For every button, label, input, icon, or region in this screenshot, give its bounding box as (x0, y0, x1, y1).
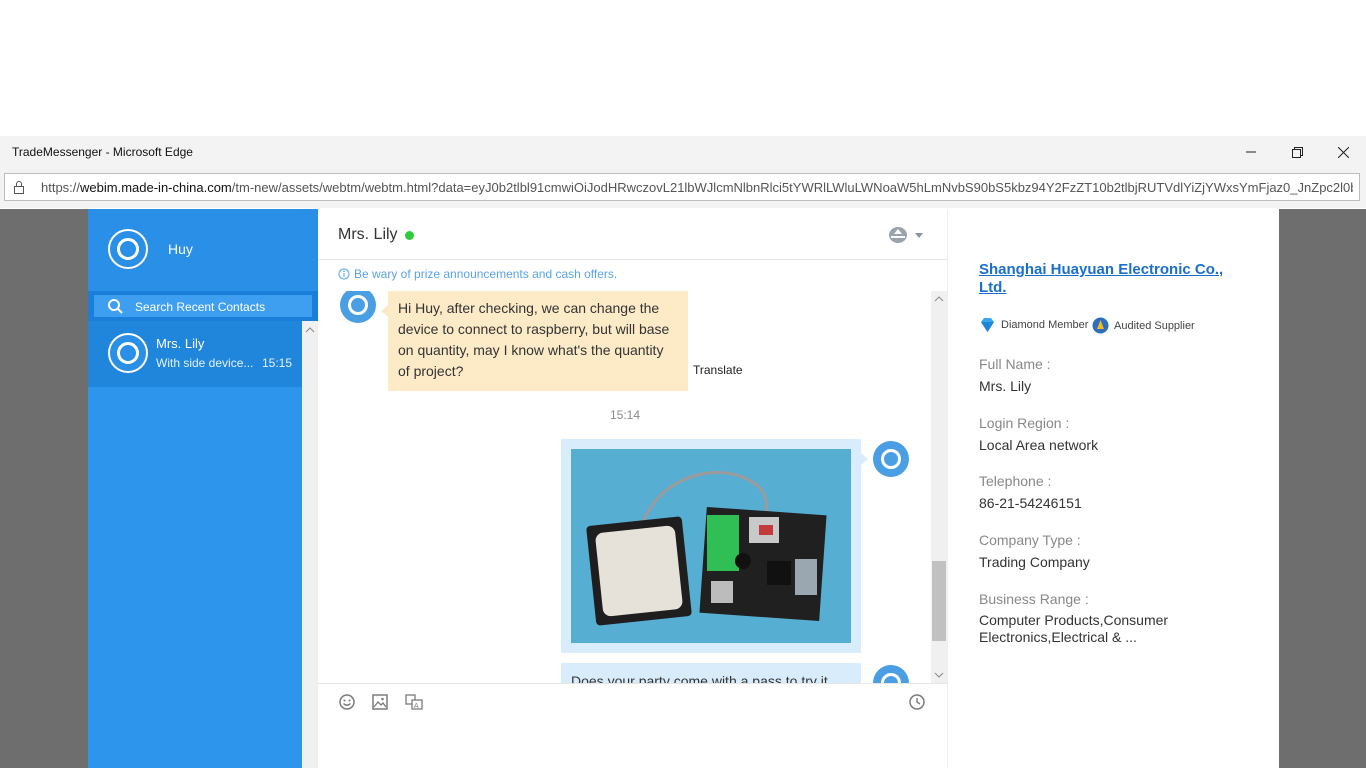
search-icon (108, 299, 123, 314)
audited-icon (1092, 317, 1109, 334)
browser-titlebar: TradeMessenger - Microsoft Edge (0, 136, 1366, 168)
contacts-scrollbar[interactable] (302, 321, 318, 768)
company-type-value: Trading Company (979, 554, 1090, 570)
contact-item[interactable]: Mrs. Lily With side device... 15:15 (88, 321, 302, 387)
minimize-button[interactable] (1228, 136, 1274, 168)
trade-messenger-app: Huy Search Recent Contacts Mrs. Lily Wit… (88, 209, 1279, 768)
safety-warning: Be wary of prize announcements and cash … (338, 267, 617, 281)
avatar-logo-icon (881, 449, 901, 469)
contact-avatar (108, 333, 148, 373)
field-label: Company Type : (979, 532, 1081, 548)
address-bar-area: https://webim.made-in-china.com/tm-new/a… (0, 168, 1366, 208)
restore-icon (1291, 146, 1303, 158)
minimize-icon (1246, 151, 1256, 153)
contact-name: Mrs. Lily (156, 336, 205, 351)
url-prefix: https:// (41, 180, 81, 195)
url-host: webim.made-in-china.com (80, 180, 232, 195)
lock-icon (14, 181, 24, 194)
company-name-link[interactable]: Shanghai Huayuan Electronic Co., Ltd. (979, 261, 1249, 297)
user-header: Huy (88, 209, 318, 291)
contact-last-message: With side device... (156, 356, 254, 370)
field-label: Business Range : (979, 591, 1089, 607)
badge-label: Audited Supplier (1114, 319, 1195, 332)
svg-text:A: A (414, 703, 419, 710)
emoji-icon[interactable] (339, 694, 355, 710)
close-icon (1337, 146, 1349, 158)
scroll-up-icon[interactable] (302, 323, 318, 337)
incoming-message: Hi Huy, after checking, we can change th… (381, 291, 688, 391)
chat-contact-name: Mrs. Lily (338, 226, 398, 243)
chat-panel: Mrs. Lily Be wary of prize announcements… (318, 209, 947, 768)
sender-avatar (340, 291, 376, 323)
sidebar: Huy Search Recent Contacts Mrs. Lily Wit… (88, 209, 318, 768)
login-region-value: Local Area network (979, 437, 1099, 453)
profile-panel: Shanghai Huayuan Electronic Co., Ltd. Di… (947, 209, 1279, 768)
more-options-button[interactable] (888, 225, 926, 250)
business-range-value: Computer Products,Consumer Electronics,E… (979, 612, 1169, 645)
field-label: Login Region : (979, 415, 1070, 431)
warning-text: Be wary of prize announcements and cash … (354, 267, 618, 281)
translate-button[interactable]: Translate (693, 363, 743, 377)
field-label: Full Name : (979, 356, 1051, 372)
window-title: TradeMessenger - Microsoft Edge (12, 145, 193, 159)
avatar-logo-icon (117, 238, 139, 260)
search-placeholder: Search Recent Contacts (135, 300, 266, 314)
search-input[interactable]: Search Recent Contacts (94, 295, 312, 317)
translate-icon[interactable]: A (405, 694, 423, 710)
diamond-member-badge: Diamond Member (979, 317, 1088, 333)
user-name: Huy (168, 241, 193, 257)
avatar-logo-icon (881, 673, 901, 683)
contact-time: 15:15 (262, 356, 293, 370)
restore-button[interactable] (1274, 136, 1320, 168)
field-label: Telephone : (979, 473, 1052, 489)
url-path: /tm-new/assets/webtm/webtm.html?data=eyJ… (231, 180, 1353, 195)
scroll-down-icon[interactable] (931, 669, 947, 681)
scroll-up-icon[interactable] (931, 293, 947, 305)
full-name-value: Mrs. Lily (979, 378, 1032, 394)
avatar-logo-icon (117, 342, 139, 364)
info-icon (338, 268, 350, 280)
rfid-board-photo[interactable] (571, 449, 851, 643)
audited-supplier-badge: Audited Supplier (1092, 317, 1195, 334)
blank-area (0, 0, 1366, 136)
composer-toolbar: A (318, 683, 947, 722)
message-timestamp: 15:14 (610, 408, 641, 422)
message-input[interactable] (318, 721, 947, 768)
url-text[interactable]: https://webim.made-in-china.com/tm-new/a… (41, 180, 1353, 195)
own-avatar (873, 665, 909, 683)
outgoing-image-message[interactable] (561, 439, 868, 653)
share-dropdown-icon (889, 227, 923, 243)
avatar-logo-icon (348, 295, 368, 315)
telephone-value: 86-21-54246151 (979, 495, 1082, 511)
image-icon[interactable] (372, 694, 388, 710)
scroll-thumb[interactable] (932, 561, 946, 641)
diamond-icon (981, 318, 994, 332)
message-list: Hi Huy, after checking, we can change th… (318, 291, 947, 683)
search-area: Search Recent Contacts (88, 291, 318, 321)
history-icon[interactable] (909, 694, 925, 710)
outgoing-message: Does your party come with a pass to try … (561, 663, 861, 683)
user-avatar[interactable] (108, 229, 148, 269)
own-avatar (873, 441, 909, 477)
chat-header: Mrs. Lily (318, 209, 947, 260)
online-status-dot (405, 231, 414, 240)
close-button[interactable] (1320, 136, 1366, 168)
badge-label: Diamond Member (1001, 319, 1089, 331)
address-bar[interactable]: https://webim.made-in-china.com/tm-new/a… (4, 173, 1360, 201)
chat-scrollbar[interactable] (931, 291, 947, 683)
